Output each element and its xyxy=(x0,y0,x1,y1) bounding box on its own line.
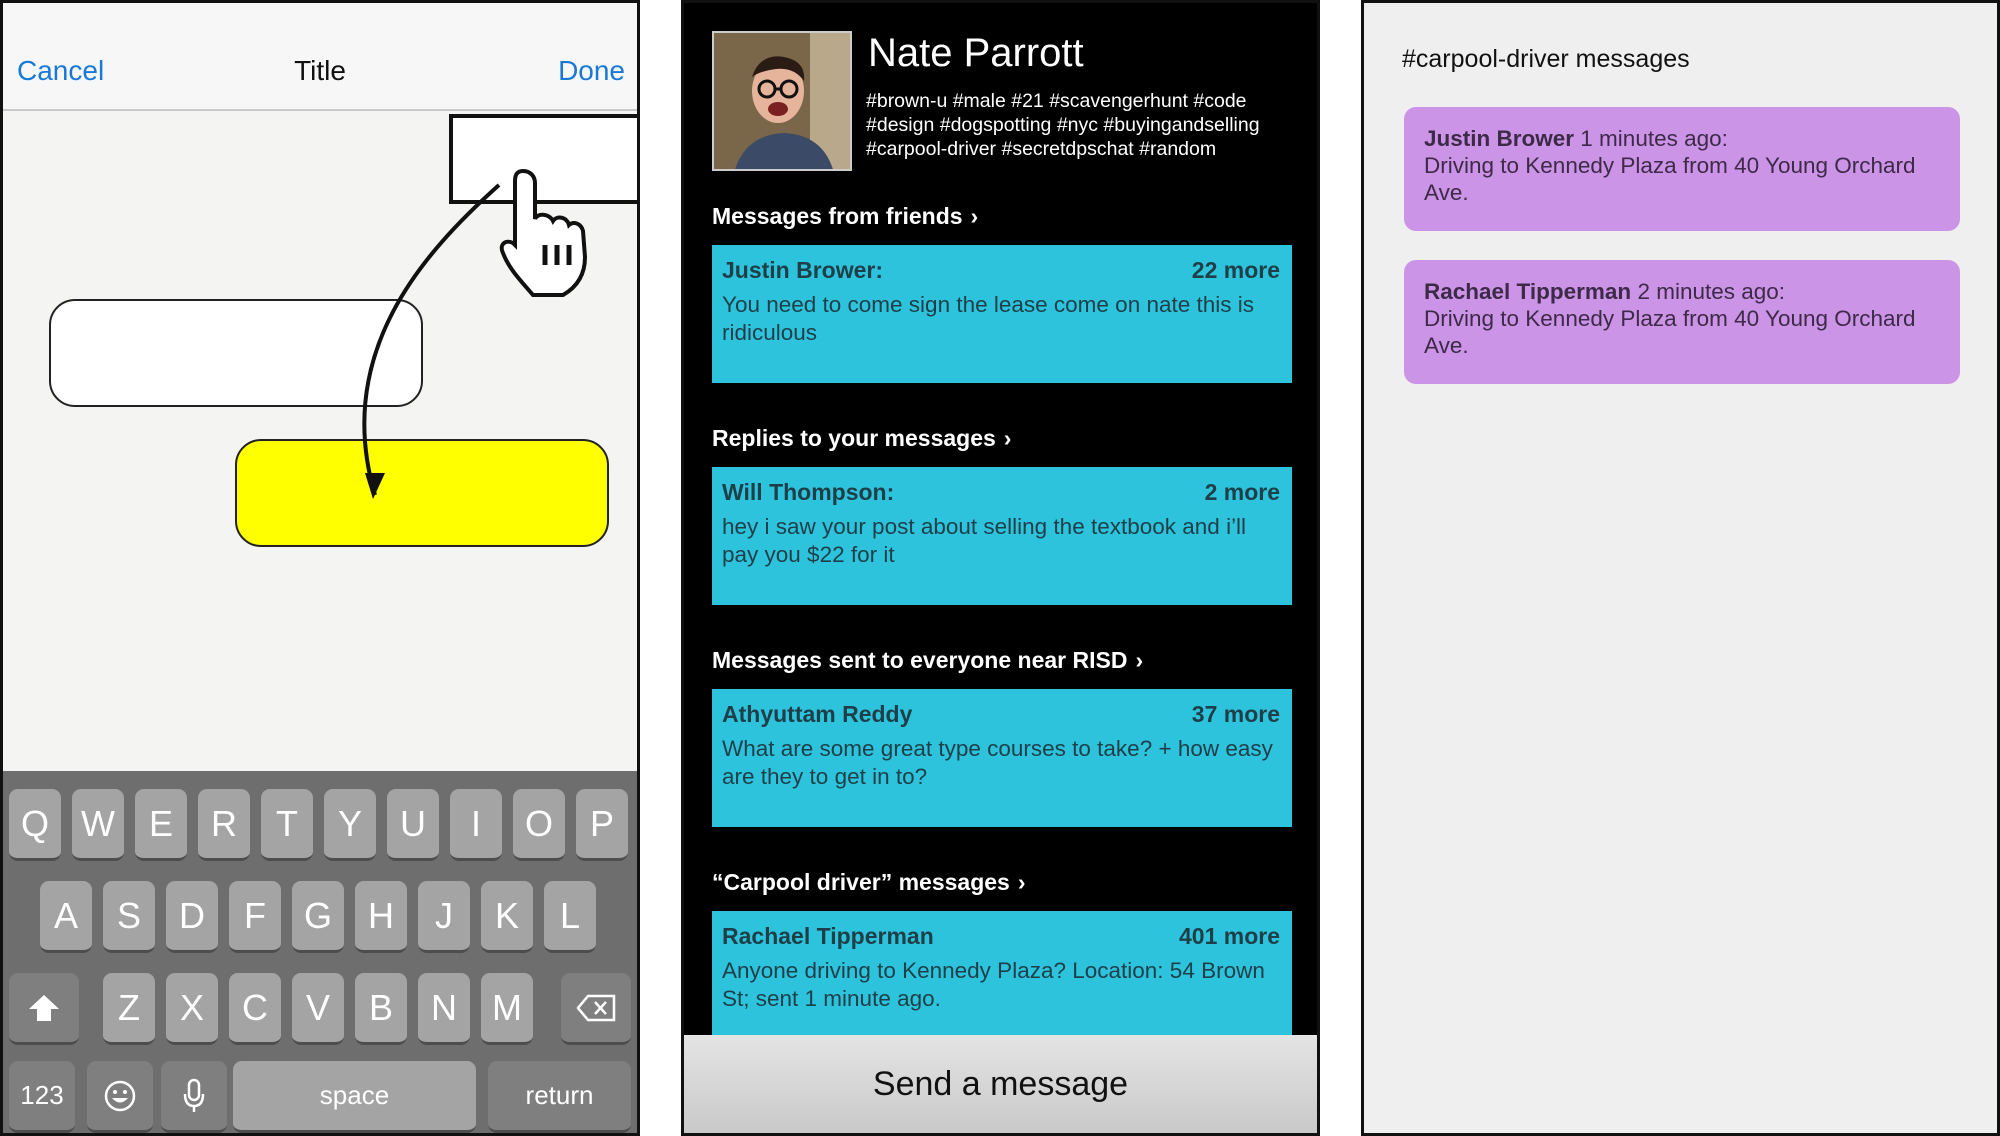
card-sender: Will Thompson: xyxy=(722,479,895,505)
channel-title: #carpool-driver messages xyxy=(1402,45,1690,73)
key-h[interactable]: H xyxy=(355,881,407,953)
key-f[interactable]: F xyxy=(229,881,281,953)
card-more-count: 37 more xyxy=(1191,701,1280,727)
key-a[interactable]: A xyxy=(40,881,92,953)
key-u[interactable]: U xyxy=(387,789,439,861)
key-w[interactable]: W xyxy=(72,789,124,861)
key-q[interactable]: Q xyxy=(9,789,61,861)
key-r[interactable]: R xyxy=(198,789,250,861)
card-body: You need to come sign the lease come on … xyxy=(722,292,1255,345)
channel-message-card[interactable]: Justin Brower 1 minutes ago: Driving to … xyxy=(1404,107,1960,231)
editor-panel: Cancel Title Done Q W E R T Y U I O P A … xyxy=(0,0,640,1136)
drag-arrow xyxy=(362,183,501,496)
delete-key[interactable] xyxy=(561,973,631,1045)
key-p[interactable]: P xyxy=(576,789,628,861)
arrow-head xyxy=(365,473,385,499)
key-j[interactable]: J xyxy=(418,881,470,953)
message-sender: Justin Brower xyxy=(1424,126,1575,151)
chevron-right-icon: › xyxy=(1017,869,1026,895)
emoji-key[interactable] xyxy=(87,1061,153,1133)
key-x[interactable]: X xyxy=(166,973,218,1045)
microphone-key[interactable] xyxy=(161,1061,227,1133)
message-sender: Rachael Tipperman xyxy=(1424,279,1632,304)
profile-name: Nate Parrott xyxy=(868,31,1084,75)
key-t[interactable]: T xyxy=(261,789,313,861)
card-body: Anyone driving to Kennedy Plaza? Locatio… xyxy=(722,958,1265,1011)
key-d[interactable]: D xyxy=(166,881,218,953)
key-n[interactable]: N xyxy=(418,973,470,1045)
key-l[interactable]: L xyxy=(544,881,596,953)
key-m[interactable]: M xyxy=(481,973,533,1045)
card-body: What are some great type courses to take… xyxy=(722,736,1273,789)
section-heading: Messages from friends xyxy=(712,203,963,229)
card-sender: Rachael Tipperman xyxy=(722,923,934,949)
profile-tags: #brown-u #male #21 #scavengerhunt #code … xyxy=(866,90,1260,160)
card-more-count: 22 more xyxy=(1191,257,1280,283)
section-messages-from-friends[interactable]: Messages from friends › xyxy=(712,203,978,230)
avatar[interactable] xyxy=(712,31,852,171)
key-k[interactable]: K xyxy=(481,881,533,953)
message-card[interactable]: Rachael Tipperman 401 more Anyone drivin… xyxy=(712,911,1292,1049)
key-g[interactable]: G xyxy=(292,881,344,953)
microphone-icon xyxy=(183,1078,205,1112)
channel-panel: #carpool-driver messages Justin Brower 1… xyxy=(1361,0,2000,1136)
message-body: Driving to Kennedy Plaza from 40 Young O… xyxy=(1424,306,1916,358)
drag-gesture-overlay xyxy=(362,168,588,499)
message-time: 2 minutes ago: xyxy=(1637,279,1786,304)
key-z[interactable]: Z xyxy=(103,973,155,1045)
key-o[interactable]: O xyxy=(513,789,565,861)
delete-icon xyxy=(576,994,616,1021)
message-time: 1 minutes ago: xyxy=(1580,126,1728,151)
key-b[interactable]: B xyxy=(355,973,407,1045)
hand-cursor-icon xyxy=(499,168,588,297)
section-heading: Replies to your messages xyxy=(712,425,996,451)
key-i[interactable]: I xyxy=(450,789,502,861)
section-heading: “Carpool driver” messages xyxy=(712,869,1010,895)
space-key[interactable]: space xyxy=(233,1061,476,1133)
message-body: Driving to Kennedy Plaza from 40 Young O… xyxy=(1424,153,1916,205)
keyboard: Q W E R T Y U I O P A S D F G H J K L Z … xyxy=(3,771,637,1133)
card-sender: Athyuttam Reddy xyxy=(722,701,913,727)
key-c[interactable]: C xyxy=(229,973,281,1045)
message-card[interactable]: Will Thompson: 2 more hey i saw your pos… xyxy=(712,467,1292,605)
key-v[interactable]: V xyxy=(292,973,344,1045)
section-near-risd[interactable]: Messages sent to everyone near RISD › xyxy=(712,647,1143,674)
key-e[interactable]: E xyxy=(135,789,187,861)
section-carpool-driver[interactable]: “Carpool driver” messages › xyxy=(712,869,1026,896)
send-message-label: Send a message xyxy=(872,1065,1129,1103)
feed-panel: Nate Parrott #brown-u #male #21 #scaveng… xyxy=(681,0,1320,1136)
card-more-count: 2 more xyxy=(1204,479,1280,505)
card-more-count: 401 more xyxy=(1178,923,1280,949)
profile-photo xyxy=(714,33,850,169)
return-key[interactable]: return xyxy=(488,1061,631,1133)
chevron-right-icon: › xyxy=(1135,647,1144,673)
section-replies[interactable]: Replies to your messages › xyxy=(712,425,1011,452)
channel-message-card[interactable]: Rachael Tipperman 2 minutes ago: Driving… xyxy=(1404,260,1960,384)
card-body: hey i saw your post about selling the te… xyxy=(722,514,1247,567)
chevron-right-icon: › xyxy=(970,203,979,229)
numbers-key[interactable]: 123 xyxy=(9,1061,75,1133)
emoji-icon xyxy=(104,1080,136,1111)
message-card[interactable]: Athyuttam Reddy 37 more What are some gr… xyxy=(712,689,1292,827)
chevron-right-icon: › xyxy=(1003,425,1012,451)
section-heading: Messages sent to everyone near RISD xyxy=(712,647,1128,673)
message-card[interactable]: Justin Brower: 22 more You need to come … xyxy=(712,245,1292,383)
card-sender: Justin Brower: xyxy=(722,257,884,283)
key-y[interactable]: Y xyxy=(324,789,376,861)
key-s[interactable]: S xyxy=(103,881,155,953)
shift-icon xyxy=(29,994,59,1021)
send-message-button[interactable]: Send a message xyxy=(684,1035,1317,1133)
shift-key[interactable] xyxy=(9,973,79,1045)
